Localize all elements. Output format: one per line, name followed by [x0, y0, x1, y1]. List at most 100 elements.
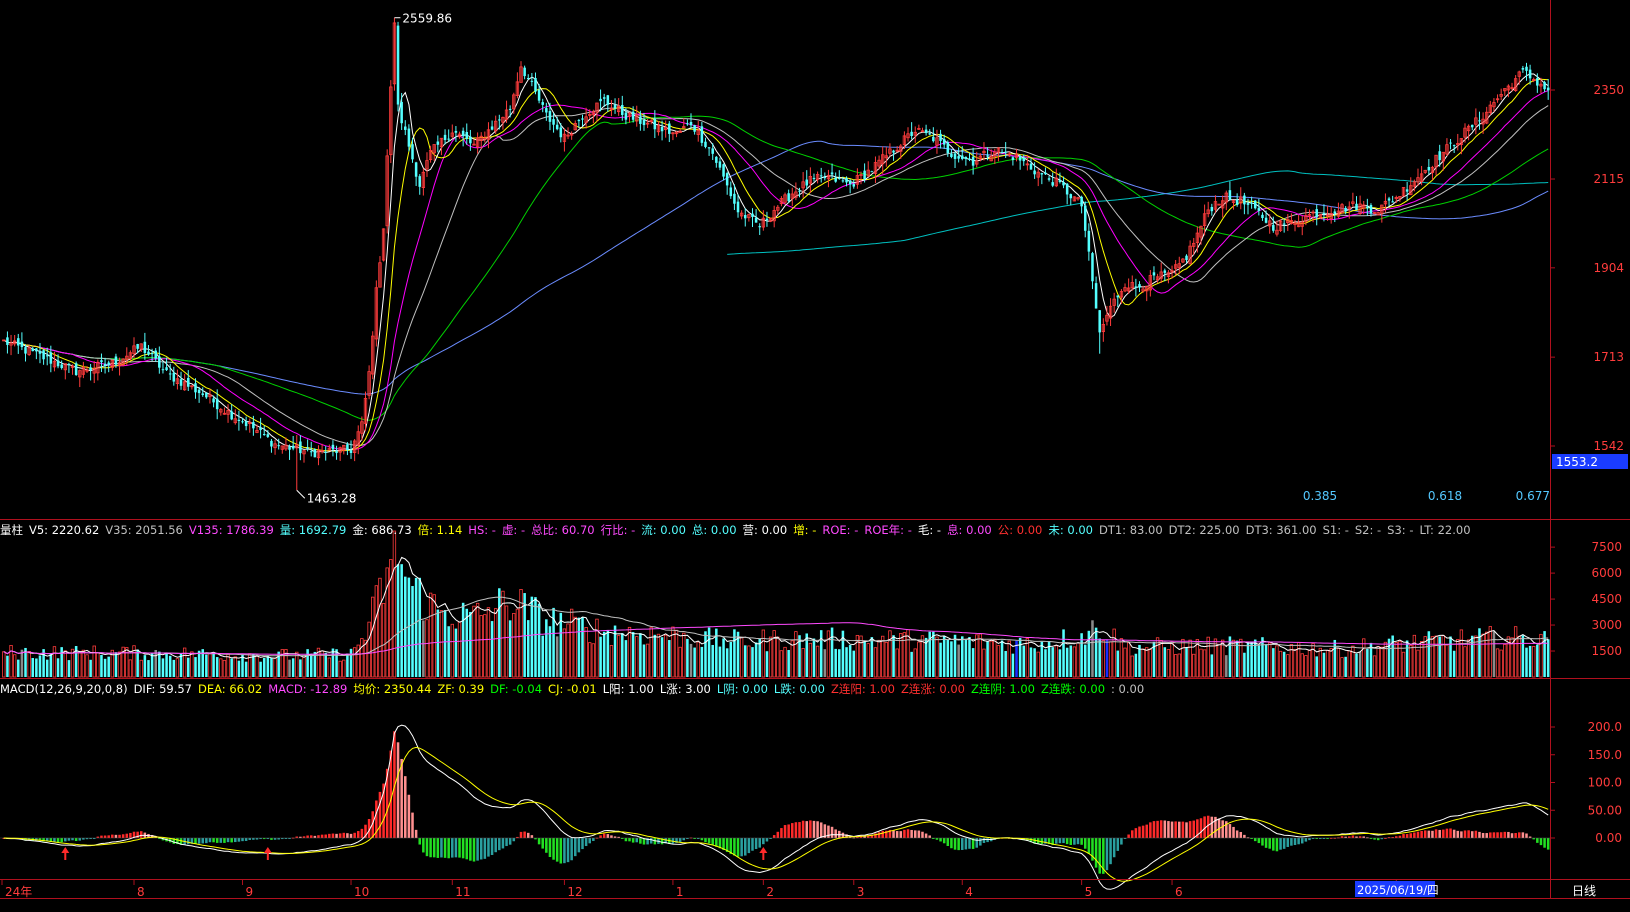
candle-body: [1478, 120, 1481, 122]
macd-tick-label: 100.0: [1588, 776, 1622, 790]
volume-bar: [1282, 651, 1286, 677]
macd-bar: [320, 834, 324, 838]
volume-bar: [1202, 649, 1207, 678]
stat-item: DT1: 83.00: [1098, 523, 1163, 537]
volume-bar: [884, 641, 888, 678]
candle-body: [107, 362, 110, 366]
volume-bar: [1054, 645, 1058, 678]
macd-bar: [483, 838, 487, 859]
macd-bar: [606, 834, 610, 838]
candle-body: [1051, 182, 1054, 186]
stat-item: 总比: 60.70: [531, 523, 595, 537]
macd-bar: [942, 838, 946, 844]
macd-bar: [798, 822, 801, 838]
volume-bar: [1340, 657, 1344, 678]
candle-body: [1029, 163, 1033, 170]
volume-bar: [1210, 654, 1214, 677]
macd-bar: [682, 838, 686, 841]
macd-bar: [1174, 821, 1177, 838]
macd-bar: [704, 838, 707, 843]
volume-bar: [12, 654, 17, 678]
macd-bar: [635, 838, 639, 843]
candle-body: [743, 215, 747, 219]
macd-bar: [270, 838, 273, 840]
time-label: 12: [567, 885, 582, 899]
volume-bar: [335, 649, 338, 677]
volume-bar: [599, 636, 602, 677]
macd-bar: [1539, 838, 1543, 846]
candle-body: [606, 95, 610, 105]
macd-bar: [913, 830, 917, 838]
macd-bar: [1297, 838, 1300, 845]
macd-bar: [479, 838, 483, 860]
macd-bar: [1308, 838, 1311, 841]
volume-bar: [1192, 653, 1196, 678]
volume-bar: [78, 651, 82, 678]
macd-bar: [1127, 834, 1130, 838]
macd-bar: [957, 838, 960, 851]
candle-body: [299, 441, 302, 454]
volume-bar: [1243, 652, 1246, 677]
macd-bar: [545, 838, 548, 853]
macd-bar: [60, 838, 63, 843]
volume-bar: [1000, 640, 1004, 677]
volume-bar: [559, 612, 563, 677]
macd-bar: [1431, 830, 1434, 838]
macd-bar: [1232, 826, 1235, 838]
volume-bar: [704, 631, 707, 677]
macd-bar: [812, 820, 816, 838]
ma20-line: [3, 90, 1549, 451]
stat-item: V135: 1786.39: [188, 523, 274, 537]
candle-body: [262, 434, 266, 436]
volume-bar: [306, 649, 309, 677]
candle-body: [490, 126, 494, 130]
candle-body: [639, 116, 642, 124]
volume-bar: [117, 651, 122, 678]
macd-bar: [1442, 829, 1445, 838]
volume-bar: [1315, 656, 1318, 677]
volume-bar: [892, 635, 895, 677]
volume-bar: [327, 657, 331, 678]
volume-bar: [631, 632, 635, 677]
macd-bar: [414, 829, 418, 838]
macd-bar: [1199, 818, 1203, 838]
candle-body: [968, 158, 971, 160]
candle-body: [1062, 182, 1065, 186]
volume-bar: [1123, 647, 1127, 678]
candle-body: [602, 97, 606, 99]
macd-bar: [248, 838, 252, 840]
volume-bar: [1427, 631, 1431, 677]
time-label: 5: [1085, 885, 1093, 899]
volume-bar: [226, 653, 230, 678]
volume-bar: [302, 656, 306, 678]
candle-body: [205, 392, 208, 398]
volume-bar: [1250, 641, 1253, 677]
macd-bar: [1286, 838, 1290, 847]
macd-bar: [1185, 822, 1188, 838]
candle-body: [1134, 286, 1138, 288]
macd-bar: [432, 838, 436, 858]
macd-bar: [816, 821, 819, 838]
candle-body: [1282, 223, 1286, 225]
volume-bar: [244, 661, 248, 677]
volume-bar: [363, 639, 368, 678]
candle-body: [577, 120, 581, 122]
volume-bar: [978, 633, 983, 678]
volume-bar: [1040, 641, 1044, 677]
macd-bar: [776, 831, 780, 838]
candle-body: [143, 341, 147, 353]
time-label: 8: [137, 885, 145, 899]
candle-body: [534, 78, 537, 92]
candle-body: [541, 102, 544, 105]
stock-chart[interactable]: 235021151904171315421553.275006000450030…: [0, 0, 1630, 912]
macd-bar: [743, 838, 747, 856]
macd-bar: [935, 838, 939, 840]
stat-item: 均价: 2350.44: [353, 682, 432, 696]
volume-bar: [1434, 635, 1438, 678]
candle-body: [834, 177, 837, 182]
macd-bar: [1420, 830, 1423, 838]
volume-bar: [609, 645, 614, 678]
macd-bar: [422, 838, 425, 853]
volume-bar: [913, 648, 917, 678]
volume-tick-label: 7500: [1591, 540, 1622, 554]
